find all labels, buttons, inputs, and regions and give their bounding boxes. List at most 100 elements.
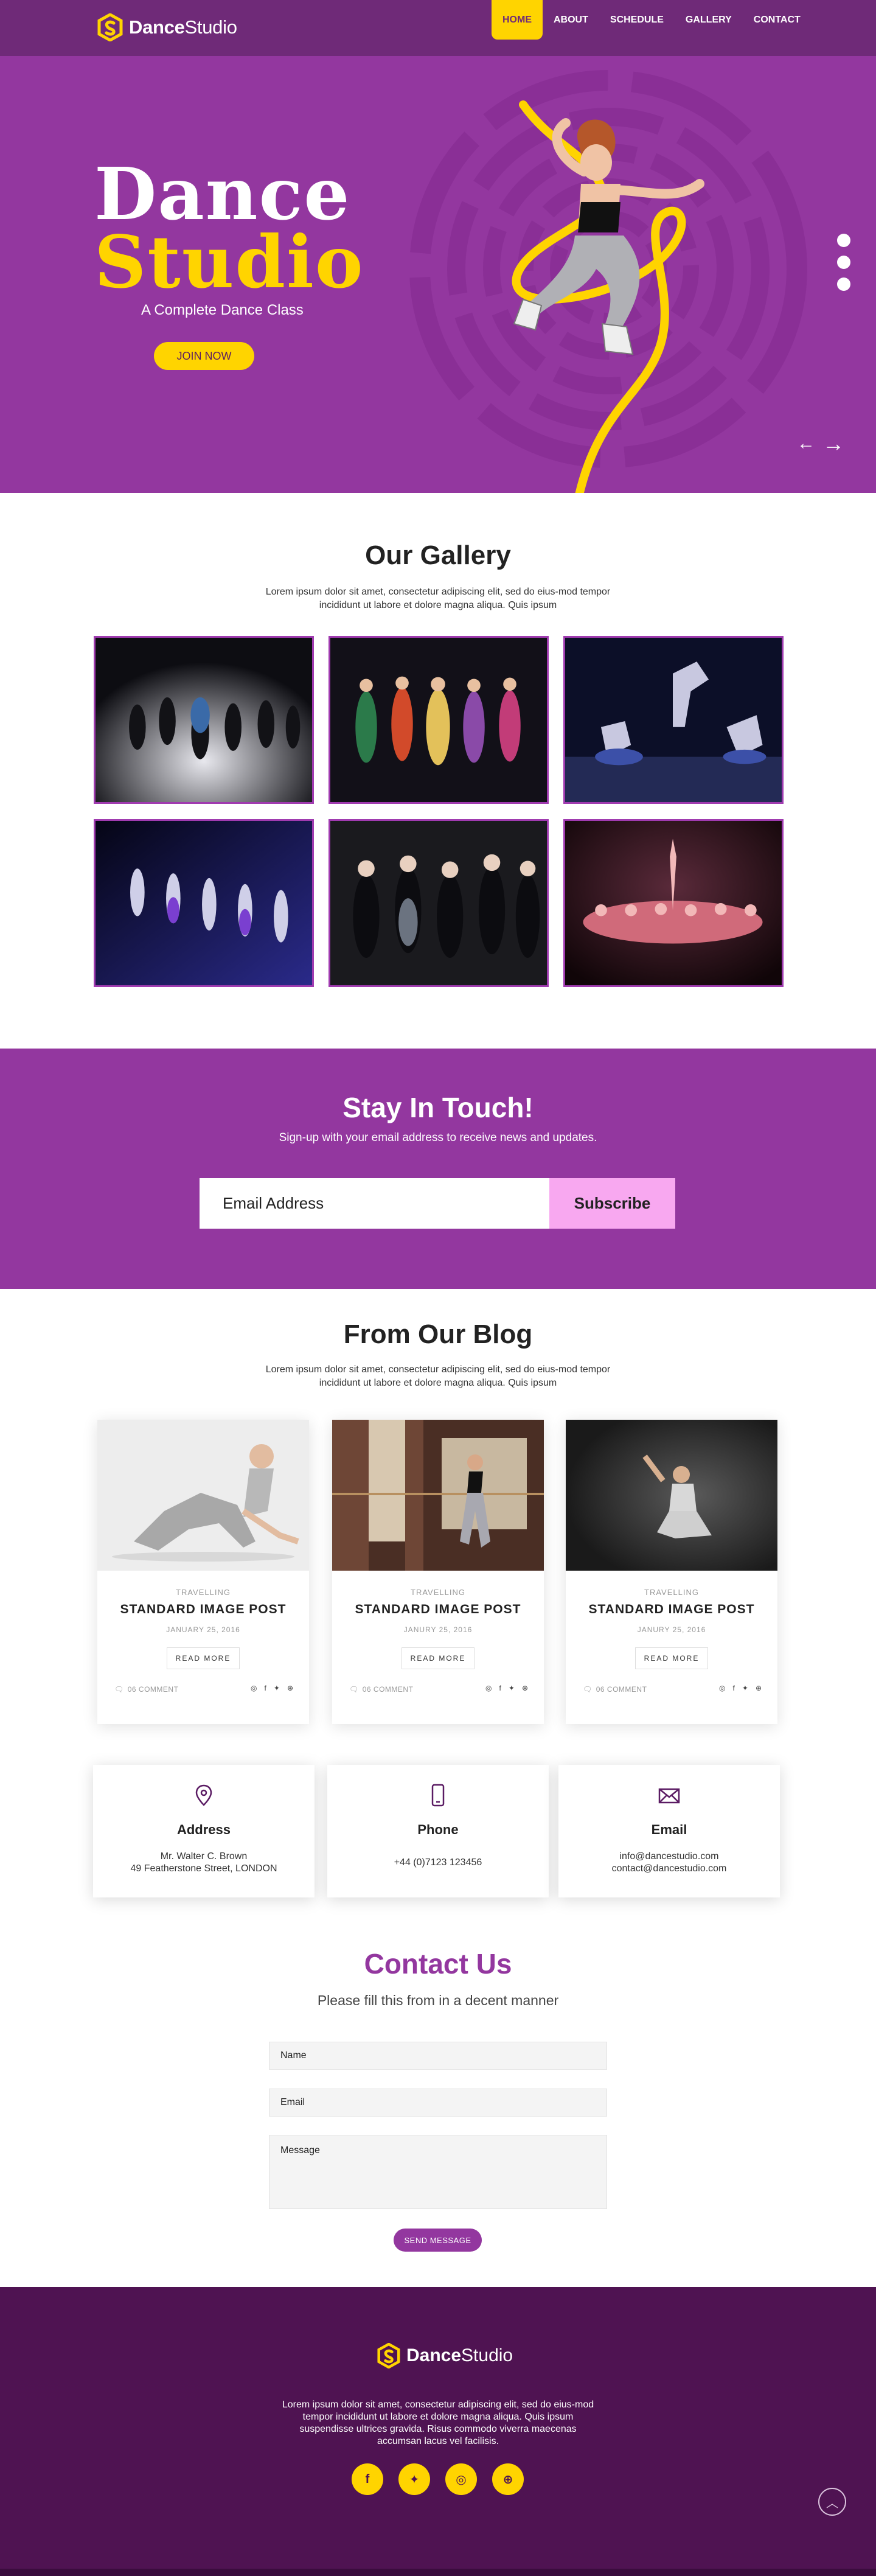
- footer-text: Lorem ipsum dolor sit amet, consectetur …: [282, 2400, 594, 2446]
- blog-category: TRAVELLING: [411, 1588, 465, 1597]
- instagram-icon[interactable]: ◎: [445, 2463, 477, 2495]
- slider-dot-1[interactable]: [837, 234, 850, 247]
- hero-dancer-image: [512, 100, 704, 493]
- email-field[interactable]: [269, 2089, 607, 2117]
- nav-item-schedule[interactable]: SCHEDULE: [599, 0, 675, 40]
- read-more-button[interactable]: READ MORE: [401, 1647, 474, 1669]
- globe-icon[interactable]: ⊕: [287, 1684, 293, 1692]
- gallery-image-2[interactable]: [328, 636, 549, 804]
- hero-title-line2: Studio: [94, 220, 364, 304]
- read-more-button[interactable]: READ MORE: [167, 1647, 240, 1669]
- newsletter-title: Stay In Touch!: [342, 1092, 534, 1123]
- newsletter-subtitle: Sign-up with your email address to recei…: [279, 1131, 597, 1144]
- message-field[interactable]: [269, 2135, 607, 2209]
- phone-title: Phone: [417, 1822, 459, 1837]
- brand-name: DanceStudio: [129, 16, 237, 38]
- globe-icon[interactable]: ⊕: [522, 1684, 528, 1692]
- slider-next-arrow-icon[interactable]: →: [822, 431, 844, 456]
- facebook-icon[interactable]: f: [499, 1684, 501, 1692]
- pinterest-icon[interactable]: ◎: [719, 1684, 725, 1692]
- blog-post-title[interactable]: STANDARD IMAGE POST: [97, 1602, 309, 1617]
- twitter-icon[interactable]: ✦: [509, 1684, 515, 1692]
- name-field[interactable]: [269, 2042, 607, 2070]
- pinterest-icon[interactable]: ◎: [485, 1684, 492, 1692]
- blog-category: TRAVELLING: [176, 1588, 231, 1597]
- comment-icon: 🗨: [583, 1685, 593, 1694]
- email-address-2[interactable]: contact@dancestudio.com: [558, 1863, 780, 1874]
- contact-subtitle: Please fill this from in a decent manner: [317, 1992, 559, 2008]
- gallery-title: Our Gallery: [365, 540, 511, 570]
- newsletter-email-input[interactable]: [200, 1178, 549, 1229]
- blog-share-icons: ◎ f ✦ ⊕: [251, 1684, 293, 1692]
- phone-icon: [431, 1784, 445, 1807]
- footer-brand-logo[interactable]: DanceStudio: [377, 2343, 513, 2368]
- blog-image[interactable]: [332, 1420, 544, 1571]
- pinterest-icon[interactable]: ◎: [251, 1684, 257, 1692]
- gallery-image-1[interactable]: [94, 636, 314, 804]
- comments-link[interactable]: 🗨 06 COMMENT: [583, 1685, 647, 1694]
- nav-item-gallery[interactable]: GALLERY: [675, 0, 743, 40]
- nav-item-about[interactable]: ABOUT: [543, 0, 599, 40]
- join-now-button[interactable]: JOIN NOW: [154, 342, 254, 370]
- gallery-image-4[interactable]: [94, 819, 314, 987]
- blog-category: TRAVELLING: [644, 1588, 699, 1597]
- blog-card: TRAVELLING STANDARD IMAGE POST JANURY 25…: [566, 1420, 777, 1724]
- facebook-icon[interactable]: f: [265, 1684, 266, 1692]
- blog-date: JANUARY 25, 2016: [166, 1625, 240, 1634]
- footer-socials: f ✦ ◎ ⊕: [352, 2463, 524, 2495]
- hero-slider: Dance Studio A Complete Dance Class JOIN…: [0, 56, 876, 493]
- footer: DanceStudio Lorem ipsum dolor sit amet, …: [0, 2287, 876, 2576]
- phone-card: Phone +44 (0)7123 123456: [327, 1765, 549, 1897]
- slider-dots: [837, 234, 850, 291]
- blog-date: JANURY 25, 2016: [637, 1625, 706, 1634]
- address-line2: 49 Featherstone Street, LONDON: [130, 1863, 277, 1874]
- blog-card: TRAVELLING STANDARD IMAGE POST JANURY 25…: [332, 1420, 544, 1724]
- subscribe-button[interactable]: Subscribe: [549, 1178, 675, 1229]
- scroll-to-top-icon[interactable]: ︿: [818, 2488, 846, 2516]
- blog-image[interactable]: [566, 1420, 777, 1571]
- hero-tagline: A Complete Dance Class: [141, 302, 304, 318]
- top-navigation: DanceStudio HOME ABOUT SCHEDULE GALLERY …: [0, 0, 876, 56]
- globe-icon[interactable]: ⊕: [492, 2463, 524, 2495]
- footer-bottom-bar: [0, 2569, 876, 2576]
- email-card: Email info@dancestudio.com contact@dance…: [558, 1765, 780, 1897]
- blog-card: TRAVELLING STANDARD IMAGE POST JANUARY 2…: [97, 1420, 309, 1724]
- email-title: Email: [651, 1822, 687, 1837]
- blog-subtitle: Lorem ipsum dolor sit amet, consectetur …: [265, 1364, 611, 1388]
- blog-share-icons: ◎ f ✦ ⊕: [485, 1684, 528, 1692]
- twitter-icon[interactable]: ✦: [398, 2463, 430, 2495]
- address-title: Address: [176, 1822, 231, 1837]
- facebook-icon[interactable]: f: [733, 1684, 735, 1692]
- slider-dot-3[interactable]: [837, 277, 850, 291]
- send-message-button[interactable]: SEND MESSAGE: [394, 2229, 482, 2252]
- logo-mark-icon: [377, 2343, 400, 2368]
- gallery-subtitle: Lorem ipsum dolor sit amet, consectetur …: [265, 587, 611, 610]
- blog-post-title[interactable]: STANDARD IMAGE POST: [332, 1602, 544, 1617]
- blog-title: From Our Blog: [343, 1319, 533, 1349]
- twitter-icon[interactable]: ✦: [274, 1684, 280, 1692]
- nav-item-contact[interactable]: CONTACT: [743, 0, 812, 40]
- brand-logo[interactable]: DanceStudio: [97, 13, 237, 41]
- nav-item-home[interactable]: HOME: [492, 0, 543, 40]
- gallery-image-3[interactable]: [563, 636, 784, 804]
- gallery-image-5[interactable]: [328, 819, 549, 987]
- footer-brand-name: DanceStudio: [406, 2345, 513, 2365]
- facebook-icon[interactable]: f: [352, 2463, 383, 2495]
- phone-number[interactable]: +44 (0)7123 123456: [327, 1857, 549, 1868]
- gallery-image-6[interactable]: [563, 819, 784, 987]
- contact-title: Contact Us: [364, 1948, 512, 1980]
- envelope-icon: [658, 1788, 680, 1804]
- email-address-1[interactable]: info@dancestudio.com: [558, 1851, 780, 1862]
- blog-post-title[interactable]: STANDARD IMAGE POST: [566, 1602, 777, 1617]
- slider-dot-2[interactable]: [837, 256, 850, 269]
- logo-mark-icon: [97, 13, 123, 41]
- map-pin-icon: [195, 1784, 212, 1806]
- globe-icon[interactable]: ⊕: [756, 1684, 762, 1692]
- newsletter-section: Stay In Touch! Sign-up with your email a…: [0, 1049, 876, 1289]
- slider-prev-arrow-icon[interactable]: ←: [797, 433, 815, 454]
- comments-link[interactable]: 🗨 06 COMMENT: [114, 1685, 178, 1694]
- comments-link[interactable]: 🗨 06 COMMENT: [349, 1685, 413, 1694]
- read-more-button[interactable]: READ MORE: [635, 1647, 708, 1669]
- twitter-icon[interactable]: ✦: [742, 1684, 748, 1692]
- blog-image[interactable]: [97, 1420, 309, 1571]
